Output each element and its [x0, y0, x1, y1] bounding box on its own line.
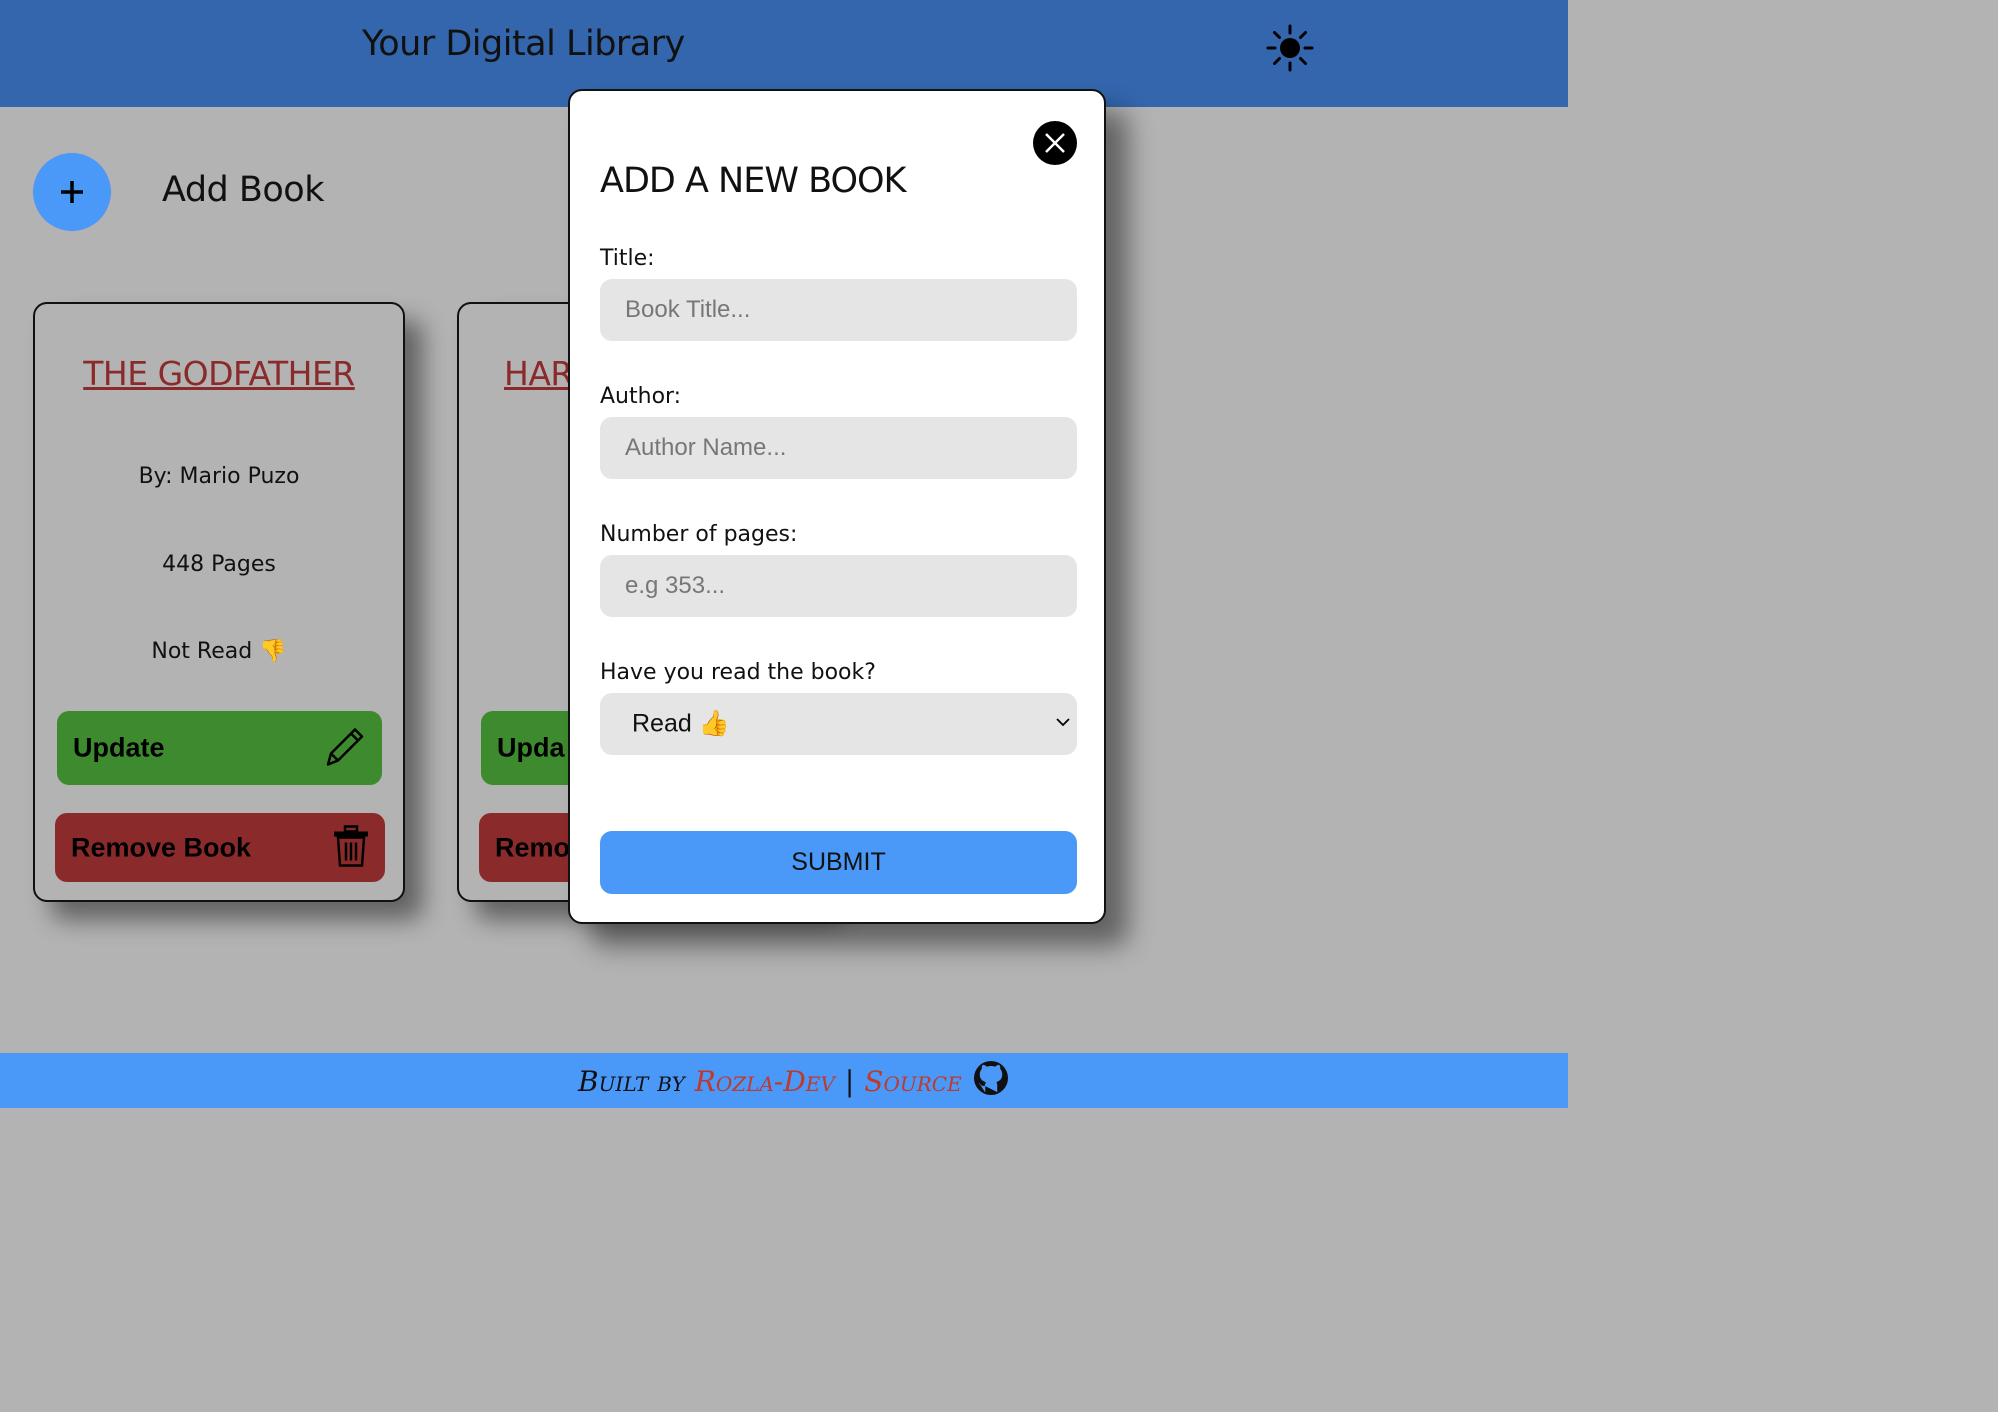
remove-book-button[interactable]: Remove Book	[55, 813, 385, 882]
close-modal-button[interactable]	[1033, 121, 1077, 165]
book-card: THE GODFATHER By: Mario Puzo 448 Pages N…	[33, 302, 405, 902]
read-status-select[interactable]: Read 👍	[600, 693, 1077, 755]
pages-label: Number of pages:	[600, 522, 798, 547]
book-title: HAR	[504, 354, 573, 393]
sun-icon	[1266, 24, 1314, 72]
book-title: THE GODFATHER	[83, 354, 355, 393]
chevron-down-icon	[1055, 714, 1071, 734]
title-label: Title:	[600, 246, 655, 271]
book-pages: 448 Pages	[162, 552, 276, 577]
plus-icon	[61, 181, 83, 203]
pages-input[interactable]	[600, 555, 1077, 617]
footer-source-link[interactable]: Source	[864, 1065, 961, 1098]
read-status-value: Read 👍	[632, 709, 730, 738]
update-label: Upda	[497, 732, 565, 763]
modal-heading: ADD A NEW BOOK	[600, 161, 907, 201]
remove-label: Remove Book	[71, 832, 252, 862]
author-input[interactable]	[600, 417, 1077, 479]
footer: Built by Rozla-Dev | Source	[0, 1053, 1568, 1108]
footer-separator: |	[844, 1064, 855, 1098]
book-author: By: Mario Puzo	[138, 464, 300, 489]
add-book-button[interactable]	[33, 153, 111, 231]
add-book-label: Add Book	[162, 170, 325, 210]
add-book-modal: ADD A NEW BOOK Title: Author: Number of …	[568, 89, 1106, 924]
trash-icon	[331, 824, 371, 871]
read-status-label: Have you read the book?	[600, 660, 876, 685]
footer-author-link[interactable]: Rozla-Dev	[695, 1065, 835, 1098]
author-label: Author:	[600, 384, 682, 409]
app-title: Your Digital Library	[362, 24, 685, 64]
submit-button[interactable]: SUBMIT	[600, 831, 1077, 894]
title-input[interactable]	[600, 279, 1077, 341]
footer-built-by: Built by	[578, 1064, 685, 1098]
close-icon	[1045, 133, 1065, 153]
github-icon[interactable]	[972, 1059, 1010, 1104]
update-button[interactable]: Update	[57, 711, 382, 785]
update-label: Update	[73, 732, 165, 763]
book-read-status: Not Read 👎	[151, 639, 287, 664]
pencil-icon	[320, 723, 368, 774]
remove-label: Remo	[495, 832, 571, 862]
theme-toggle-button[interactable]	[1266, 24, 1314, 72]
